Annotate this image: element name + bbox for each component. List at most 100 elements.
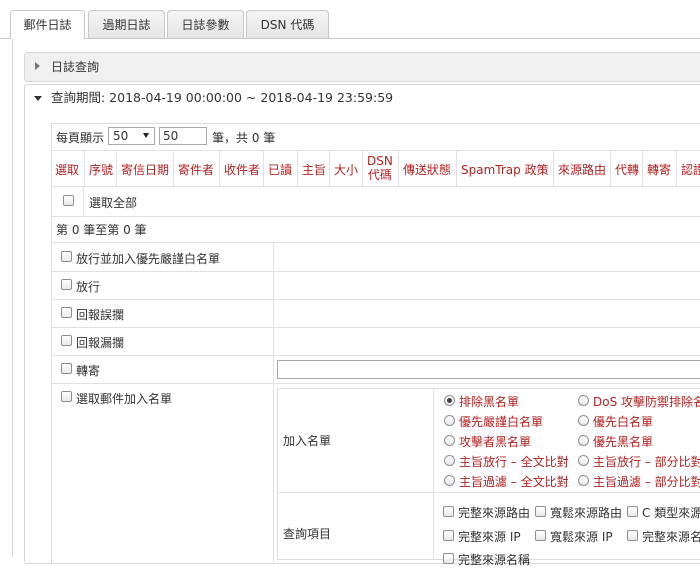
radio-label: 優先白名單: [593, 415, 654, 429]
column-header[interactable]: 代轉: [615, 161, 639, 178]
radio-label: 主旨放行 – 全文比對: [459, 455, 569, 469]
forward-label: 轉寄: [76, 364, 101, 378]
log-query-title: 日誌查詢: [51, 60, 100, 74]
checkbox-label: C 類型來源: [642, 506, 700, 520]
add-to-list-label: 選取郵件加入名單: [76, 392, 173, 406]
tab-dsn-codes[interactable]: DSN 代碼: [246, 10, 329, 38]
radio-priority-strict-whitelist[interactable]: [444, 415, 455, 426]
report-false-negative-checkbox[interactable]: [61, 335, 72, 346]
radio-subject-release-full[interactable]: [444, 455, 455, 466]
checkbox-label: 寬鬆來源 IP: [550, 530, 613, 544]
divider: [51, 299, 700, 300]
query-period-text: 查詢期間: 2018-04-19 00:00:00 ~ 2018-04-19 2…: [51, 90, 394, 105]
column-header[interactable]: 認證: [681, 161, 700, 178]
divider: [173, 150, 174, 186]
loose-source-route-checkbox[interactable]: [535, 506, 546, 517]
radio-priority-blacklist[interactable]: [578, 435, 589, 446]
radio-exclude-blacklist[interactable]: [444, 395, 455, 406]
divider: [51, 327, 700, 328]
column-header[interactable]: 寄信日期: [121, 161, 169, 178]
panel-border: [12, 39, 13, 557]
column-header[interactable]: 序號: [89, 161, 113, 178]
checkbox-label: 寬鬆來源路由: [550, 506, 623, 520]
divider: [51, 271, 700, 272]
select-all-checkbox[interactable]: [63, 195, 74, 206]
tab-mail-log[interactable]: 郵件日誌: [10, 10, 85, 39]
column-header[interactable]: 轉寄: [647, 161, 671, 178]
column-header[interactable]: DSN 代碼: [367, 154, 393, 182]
checkbox-label: 完整來源名稱: [458, 553, 531, 567]
divider: [116, 150, 117, 186]
radio-label: 主旨放行 – 部分比對: [593, 455, 700, 469]
full-source-name-checkbox[interactable]: [627, 530, 638, 541]
divider: [676, 150, 677, 186]
divider: [277, 492, 700, 493]
radio-subject-filter-full[interactable]: [444, 475, 455, 486]
report-false-positive-checkbox[interactable]: [61, 307, 72, 318]
release-whitelist-label: 放行並加入優先嚴謹白名單: [76, 252, 221, 266]
column-header: 選取: [55, 163, 80, 177]
forward-address-input[interactable]: [277, 360, 700, 379]
add-to-list-checkbox[interactable]: [61, 391, 72, 402]
divider: [553, 150, 554, 186]
divider: [51, 186, 700, 187]
column-header[interactable]: SpamTrap 政策: [461, 161, 549, 178]
per-page-input[interactable]: 50: [159, 127, 207, 145]
column-header[interactable]: 已讀: [268, 161, 292, 178]
total-count-text: 筆，共 0 筆: [212, 131, 276, 145]
tab-expired-log[interactable]: 過期日誌: [88, 10, 165, 38]
divider: [263, 150, 264, 186]
column-header[interactable]: 大小: [334, 161, 358, 178]
divider: [83, 186, 84, 216]
per-page-select-value: 50: [113, 129, 129, 143]
column-header[interactable]: 來源路由: [558, 161, 606, 178]
report-false-positive-label: 回報誤攔: [76, 308, 125, 322]
range-text: 第 0 筆至第 0 筆: [56, 223, 147, 237]
divider: [610, 150, 611, 186]
divider: [219, 150, 220, 186]
checkbox-label: 完整來源 IP: [458, 530, 521, 544]
radio-label: 主旨過濾 – 部分比對: [593, 475, 700, 489]
divider: [51, 216, 700, 217]
divider: [51, 355, 700, 356]
divider: [329, 150, 330, 186]
checkbox-label: 完整來源路由: [458, 506, 531, 520]
per-page-label: 每頁顯示: [56, 131, 105, 145]
release-whitelist-checkbox[interactable]: [61, 251, 72, 262]
column-header[interactable]: 收件者: [224, 161, 260, 178]
divider: [51, 242, 700, 243]
radio-attacker-blacklist[interactable]: [444, 435, 455, 446]
divider: [433, 388, 434, 560]
radio-priority-whitelist[interactable]: [578, 415, 589, 426]
radio-subject-filter-partial[interactable]: [578, 475, 589, 486]
per-page-select[interactable]: 50: [108, 127, 155, 145]
radio-label: 攻擊者黑名單: [459, 435, 532, 449]
full-source-ip-checkbox[interactable]: [443, 530, 454, 541]
checkbox-label: 完整來源名: [642, 530, 700, 544]
divider: [642, 150, 643, 186]
full-source-name-checkbox-2[interactable]: [443, 553, 454, 564]
class-c-source-checkbox[interactable]: [627, 506, 638, 517]
column-header[interactable]: 傳送狀態: [403, 161, 451, 178]
loose-source-ip-checkbox[interactable]: [535, 530, 546, 541]
radio-label: DoS 攻擊防禦排除名: [593, 395, 700, 409]
radio-label: 排除黑名單: [459, 395, 520, 409]
log-query-accordion[interactable]: 日誌查詢: [24, 52, 700, 82]
radio-subject-release-partial[interactable]: [578, 455, 589, 466]
divider: [297, 150, 298, 186]
column-header[interactable]: 寄件者: [178, 161, 214, 178]
radio-label: 主旨過濾 – 全文比對: [459, 475, 569, 489]
divider: [398, 150, 399, 186]
divider: [362, 150, 363, 186]
column-header[interactable]: 主旨: [302, 161, 326, 178]
radio-label: 優先黑名單: [593, 435, 654, 449]
radio-dos-exclude[interactable]: [578, 395, 589, 406]
divider: [456, 150, 457, 186]
tab-log-params[interactable]: 日誌參數: [167, 10, 244, 38]
divider: [84, 150, 85, 186]
query-items-label: 查詢項目: [283, 527, 332, 541]
forward-checkbox[interactable]: [61, 363, 72, 374]
full-source-route-checkbox[interactable]: [443, 506, 454, 517]
release-checkbox[interactable]: [61, 279, 72, 290]
divider: [51, 150, 700, 151]
